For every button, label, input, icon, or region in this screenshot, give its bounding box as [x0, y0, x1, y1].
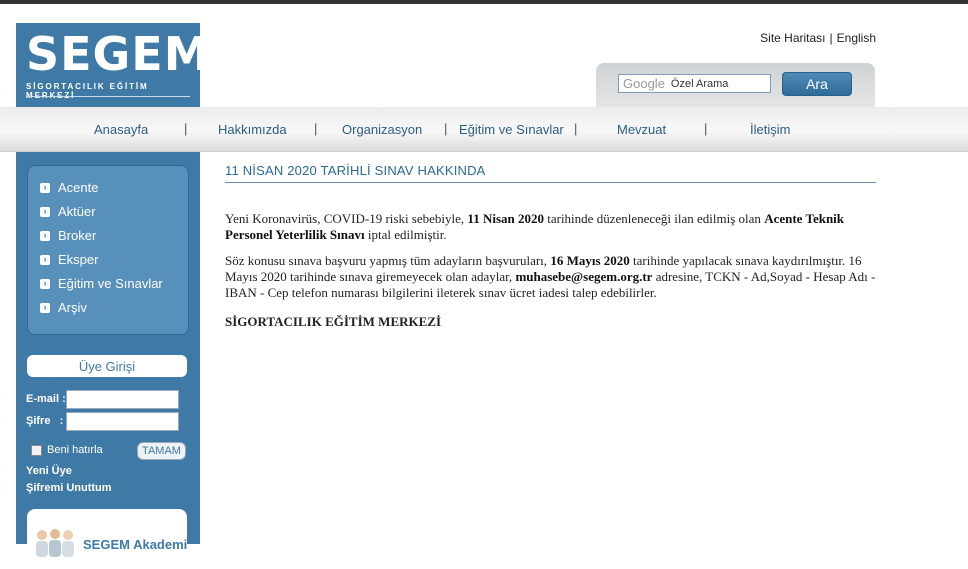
nav-separator: |	[574, 121, 578, 136]
email-label: E-mail :	[26, 393, 66, 405]
search-placeholder: Özel Arama	[670, 77, 729, 90]
window-top-border	[0, 0, 968, 4]
page-title: 11 NİSAN 2020 TARİHLİ SINAV HAKKINDA	[225, 163, 876, 183]
login-submit-button[interactable]: TAMAM	[137, 442, 186, 460]
chevron-right-icon: ›	[40, 230, 50, 241]
paragraph-2: Söz konusu sınava başvuru yapmış tüm ada…	[225, 253, 876, 301]
top-links: Site Haritası | English	[760, 31, 876, 45]
chevron-right-icon: ›	[40, 278, 50, 289]
remember-me-checkbox[interactable]	[31, 445, 42, 456]
chevron-right-icon: ›	[40, 206, 50, 217]
nav-item-hakkimizda[interactable]: Hakkımızda	[218, 122, 287, 137]
sidebar-item-label: Arşiv	[58, 300, 87, 315]
sidebar-item-arsiv[interactable]: › Arşiv	[40, 300, 87, 315]
sidebar-item-broker[interactable]: › Broker	[40, 228, 96, 243]
promo-text: SEGEM Akademi	[83, 537, 187, 552]
logo-divider	[26, 96, 190, 97]
google-brand-label: Google	[623, 76, 665, 91]
chevron-right-icon: ›	[40, 182, 50, 193]
nav-separator: |	[444, 121, 448, 136]
chevron-right-icon: ›	[40, 254, 50, 265]
text-run: Yeni Koronavirüs, COVID-19 riski sebebiy…	[225, 211, 468, 226]
sidebar-item-label: Eksper	[58, 252, 99, 267]
password-field[interactable]	[66, 412, 179, 431]
sidebar-item-egitim-ve-sinavlar[interactable]: › Eğitim ve Sınavlar	[40, 276, 163, 291]
top-links-separator: |	[829, 31, 833, 45]
sidebar-item-label: Broker	[58, 228, 97, 243]
sidebar-item-eksper[interactable]: › Eksper	[40, 252, 98, 267]
nav-item-egitim-ve-sinavlar[interactable]: Eğitim ve Sınavlar	[459, 122, 564, 137]
search-button[interactable]: Ara	[782, 72, 852, 96]
sitemap-link[interactable]: Site Haritası	[760, 31, 825, 45]
nav-separator: |	[314, 121, 318, 136]
segem-logo[interactable]: SEGEM SİGORTACILIK EĞİTİM MERKEZİ	[16, 23, 210, 107]
email-field[interactable]	[66, 390, 179, 409]
search-panel: Google Özel Arama Ara	[596, 63, 875, 111]
nav-item-organizasyon[interactable]: Organizasyon	[342, 122, 422, 137]
email-highlight: muhasebe@segem.org.tr	[515, 269, 653, 284]
nav-separator: |	[184, 121, 188, 136]
sidebar-item-acente[interactable]: › Acente	[40, 180, 98, 195]
new-member-link[interactable]: Yeni Üye	[26, 465, 72, 477]
sidebar-menu: › Acente › Aktüer › Broker › Eksper › Eğitim …	[27, 165, 189, 335]
password-label: Şifre :	[26, 415, 64, 427]
sidebar: › Acente › Aktüer › Broker › Eksper › Eğitim …	[16, 152, 200, 569]
remember-me-label: Beni hatırla	[47, 444, 103, 456]
main-nav: Anasayfa | Hakkımızda | Organizasyon | E…	[0, 107, 968, 152]
segem-akademi-banner[interactable]: SEGEM Akademi	[27, 509, 187, 569]
forgot-password-link[interactable]: Şifremi Unuttum	[26, 482, 112, 494]
text-run: tarihinde düzenleneceği ilan edilmiş ola…	[543, 211, 765, 226]
date-highlight: 11 Nisan 2020	[467, 211, 544, 226]
nav-item-anasayfa[interactable]: Anasayfa	[94, 122, 148, 137]
main-content: 11 NİSAN 2020 TARİHLİ SINAV HAKKINDA Yen…	[225, 163, 876, 330]
sidebar-item-label: Eğitim ve Sınavlar	[58, 276, 163, 291]
date-highlight: 16 Mayıs 2020	[550, 253, 630, 268]
paragraph-1: Yeni Koronavirüs, COVID-19 riski sebebiy…	[225, 211, 876, 243]
nav-item-iletisim[interactable]: İletişim	[750, 122, 790, 137]
text-run: Söz konusu sınava başvuru yapmış tüm ada…	[225, 253, 551, 268]
nav-item-mevzuat[interactable]: Mevzuat	[617, 122, 666, 137]
people-photo-icon	[36, 529, 74, 557]
nav-separator: |	[704, 121, 708, 136]
login-header: Üye Girişi	[27, 355, 187, 377]
signature: SİGORTACILIK EĞİTİM MERKEZİ	[225, 314, 442, 329]
logo-tagline: SİGORTACILIK EĞİTİM MERKEZİ	[26, 82, 149, 100]
chevron-right-icon: ›	[40, 302, 50, 313]
sidebar-item-label: Acente	[58, 180, 99, 195]
text-run: iptal edilmiştir.	[364, 227, 447, 242]
logo-wordmark: SEGEM	[26, 27, 211, 81]
sidebar-item-label: Aktüer	[58, 204, 96, 219]
sidebar-item-aktuer[interactable]: › Aktüer	[40, 204, 96, 219]
english-link[interactable]: English	[837, 31, 876, 45]
search-input[interactable]: Google Özel Arama	[618, 74, 771, 93]
